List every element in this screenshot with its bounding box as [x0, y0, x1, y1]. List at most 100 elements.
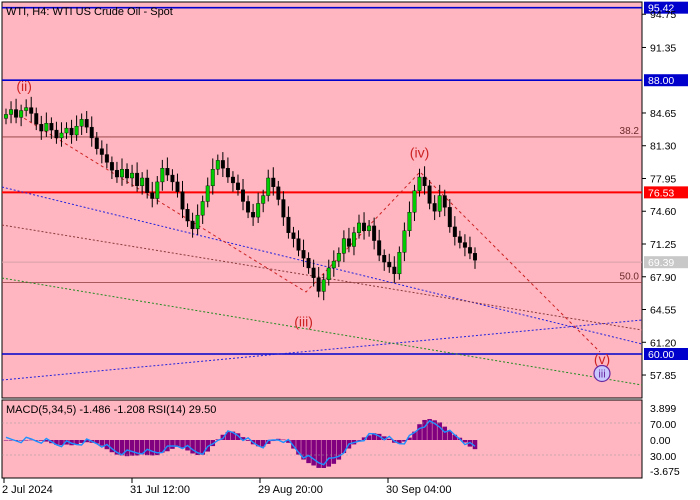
macd-bar: [3, 440, 9, 441]
candle-bear: [185, 209, 190, 222]
candle-bear: [276, 186, 281, 200]
candle-bear: [372, 225, 377, 241]
candle-bear: [306, 257, 311, 269]
candle-bull: [9, 109, 14, 115]
y-tick-label: 74.60: [650, 206, 676, 218]
candle-bull: [331, 260, 336, 269]
macd-bar: [149, 440, 155, 456]
candle-bull: [64, 127, 69, 134]
x-tick-label: 2 Jul 2024: [2, 484, 53, 496]
candle-bear: [54, 129, 59, 139]
wave-label: (iii): [294, 314, 313, 330]
candle-bull: [437, 195, 442, 212]
candle-bear: [99, 148, 104, 155]
candle-bull: [160, 168, 165, 183]
y-tick-label: 61.20: [650, 337, 676, 349]
candle-bear: [89, 126, 94, 139]
macd-bar: [180, 440, 185, 448]
candle-bear: [39, 124, 44, 132]
price-axis: 95.4294.7591.3588.0084.6581.3077.9576.53…: [642, 1, 688, 478]
indicator-tick-label: 0.00: [650, 435, 671, 447]
indicator-label: MACD(5,34,5) -1.486 -1.208 RSI(14) 29.50: [6, 404, 216, 416]
candle-bull: [130, 172, 135, 179]
indicator-tick-label: -3.675: [650, 466, 680, 478]
candle-bear: [145, 177, 150, 193]
candle-bull: [336, 253, 341, 262]
candle-bear: [180, 191, 185, 210]
candle-bull: [412, 190, 417, 213]
macd-bar: [437, 422, 442, 440]
candle-bear: [190, 220, 195, 230]
candle-bear: [241, 189, 245, 202]
candle-bull: [261, 195, 266, 204]
candle-bull: [266, 177, 271, 196]
candle-bear: [84, 119, 89, 128]
wave-label: (iv): [410, 144, 429, 160]
macd-bar: [170, 440, 175, 449]
candle-bear: [170, 174, 175, 183]
candle-bear: [316, 277, 321, 292]
candle-bear: [246, 201, 251, 213]
candle-bull: [120, 168, 124, 178]
y-tick-label: 84.65: [650, 108, 676, 120]
macd-bar: [23, 440, 29, 441]
wave-label: iii: [598, 368, 605, 380]
candle-bear: [281, 199, 286, 218]
x-tick-label: 29 Aug 20:00: [258, 484, 323, 496]
candle-bear: [236, 182, 240, 190]
candle-bear: [447, 207, 452, 228]
candle-bull: [352, 232, 356, 247]
candle-bull: [19, 110, 24, 118]
candle-bear: [382, 255, 387, 263]
candle-bear: [14, 109, 19, 118]
candle-bull: [24, 107, 29, 111]
candle-bear: [135, 172, 140, 187]
main-panel: [1, 1, 643, 399]
macd-bar: [190, 440, 195, 454]
macd-bar: [144, 440, 150, 456]
candle-bear: [175, 181, 180, 192]
candle-bear: [104, 154, 109, 163]
candle-bear: [301, 250, 306, 259]
macd-bar: [417, 424, 422, 440]
candle-bull: [407, 212, 412, 232]
macd-bar: [311, 440, 316, 466]
candle-bear: [271, 177, 276, 188]
candle-bear: [452, 226, 457, 237]
candle-bear: [34, 113, 39, 125]
candle-bull: [417, 176, 422, 191]
macd-bar: [129, 440, 135, 456]
x-tick-label: 30 Sep 04:00: [386, 484, 451, 496]
macd-bar: [39, 440, 44, 441]
chart-title: WTI, H4: WTI US Crude Oil - Spot: [6, 6, 173, 18]
candle-bear: [422, 176, 427, 187]
candle-bear: [251, 212, 256, 218]
price-tag-label: 88.00: [648, 75, 674, 87]
candle-bull: [215, 160, 220, 170]
price-tag-label: 76.53: [648, 187, 674, 199]
price-tag-label: 69.39: [648, 257, 674, 269]
candle-bull: [74, 125, 79, 136]
indicator-tick-label: 70.00: [650, 419, 676, 431]
macd-bar: [306, 440, 311, 464]
candle-bull: [4, 114, 8, 119]
y-tick-label: 64.55: [650, 305, 676, 317]
candle-bull: [205, 185, 210, 202]
candle-bull: [155, 181, 160, 199]
candle-bear: [291, 232, 296, 239]
macd-bar: [331, 440, 337, 464]
macd-bar: [281, 439, 286, 441]
fib-level-label: 50.0: [620, 272, 640, 283]
candle-bull: [195, 214, 200, 230]
x-tick-label: 31 Jul 12:00: [130, 484, 190, 496]
candle-bear: [165, 168, 170, 176]
candle-bear: [442, 195, 447, 208]
wave-label: (v): [594, 351, 610, 367]
macd-bar: [124, 440, 130, 457]
wave-label: (ii): [16, 78, 32, 94]
candle-bull: [210, 168, 215, 187]
candle-bear: [457, 236, 462, 243]
candle-bull: [321, 279, 326, 292]
candle-bull: [341, 238, 346, 254]
candle-bear: [473, 253, 477, 261]
